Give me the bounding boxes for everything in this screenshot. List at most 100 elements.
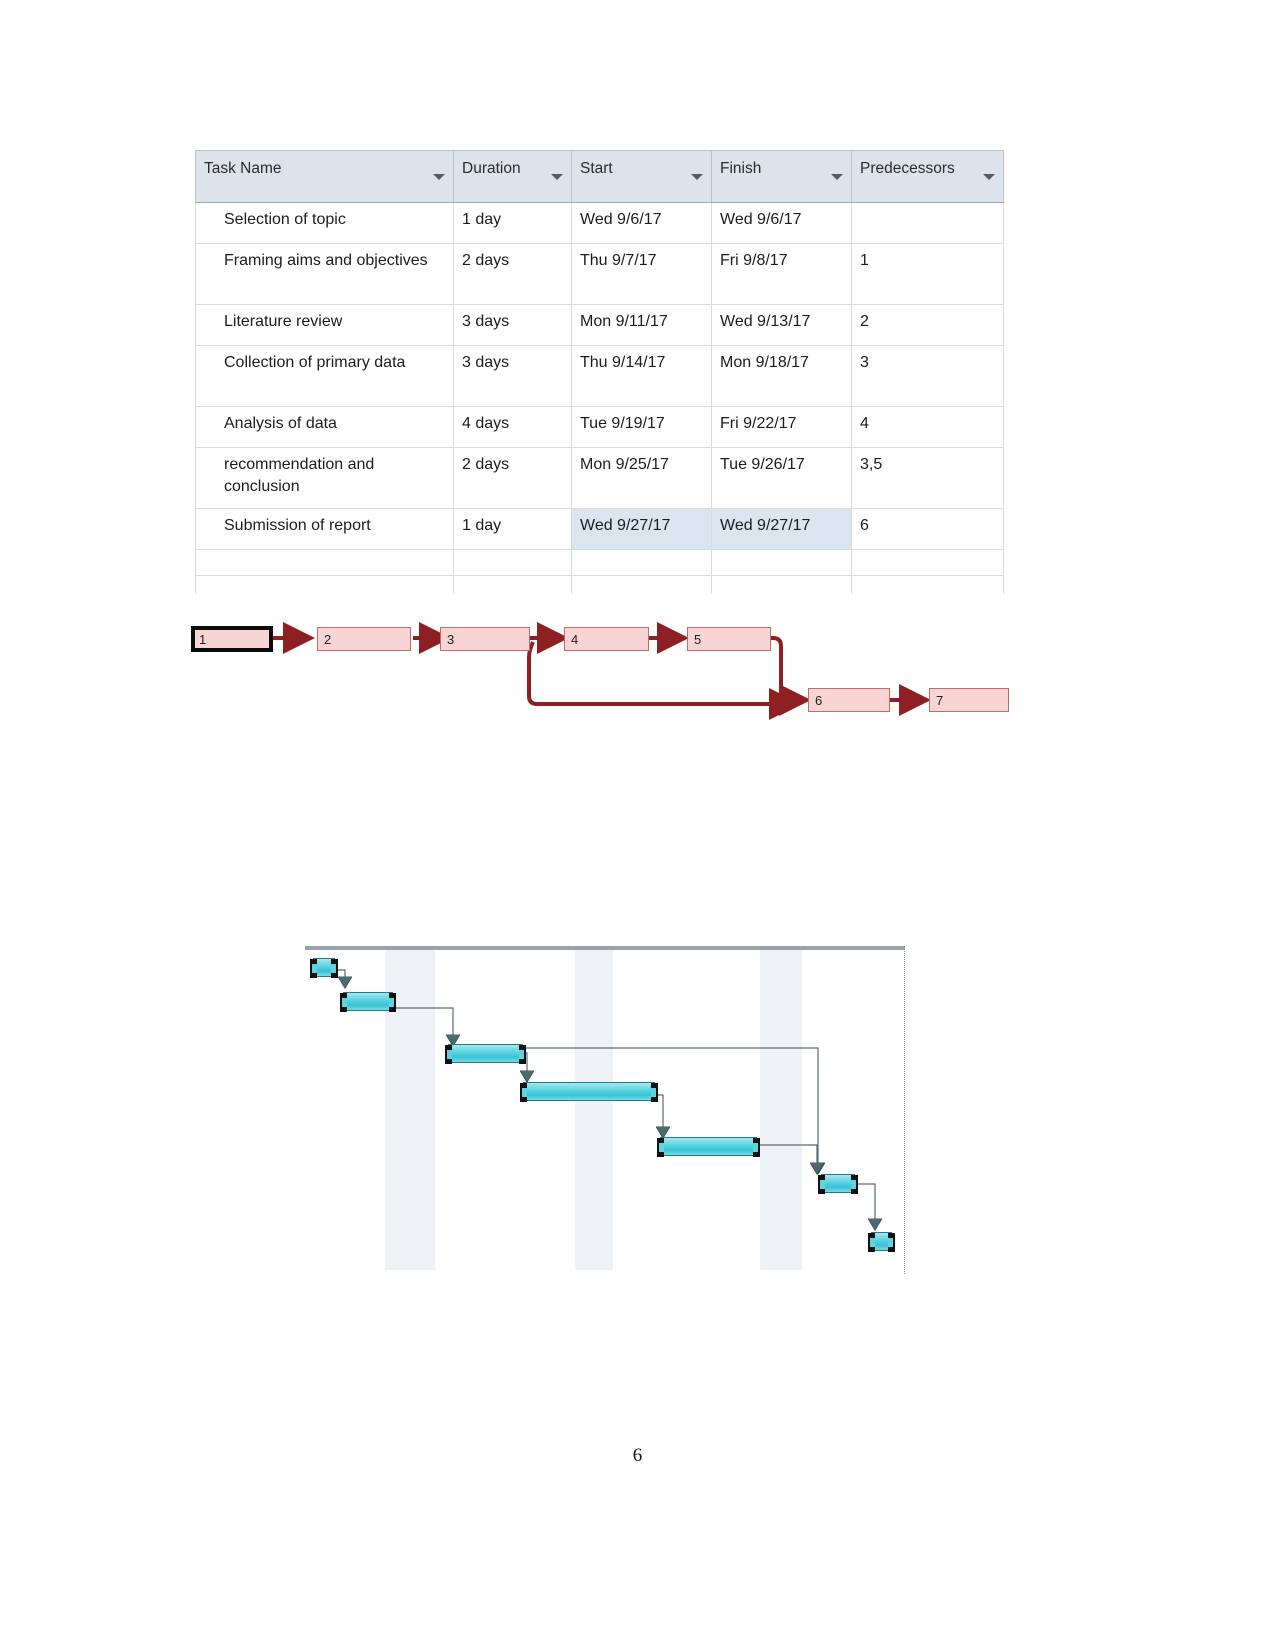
cell-duration[interactable]: 1 day xyxy=(453,508,572,550)
column-header-label: Duration xyxy=(462,160,521,177)
cell-finish[interactable]: Fri 9/22/17 xyxy=(711,406,852,448)
table-row[interactable]: recommendation and conclusion 2 days Mon… xyxy=(195,447,1004,509)
cell-duration[interactable]: 2 days xyxy=(453,243,572,305)
gantt-bar-start-cap xyxy=(445,1045,452,1064)
cell-finish[interactable]: Wed 9/13/17 xyxy=(711,304,852,346)
project-task-table: Task Name Duration Start Finish Predeces… xyxy=(195,150,1004,594)
network-node-4[interactable]: 4 xyxy=(564,627,649,651)
cell-duration[interactable]: 1 day xyxy=(453,202,572,244)
column-header-duration[interactable]: Duration xyxy=(453,150,572,203)
cell-start[interactable]: Thu 9/7/17 xyxy=(571,243,712,305)
network-node-label: 3 xyxy=(447,631,455,647)
page-number: 6 xyxy=(632,1445,643,1466)
network-node-label: 6 xyxy=(815,692,823,708)
gantt-bar-framing-aims-and-objectives[interactable] xyxy=(340,992,396,1012)
cell-finish[interactable]: Fri 9/8/17 xyxy=(711,243,852,305)
cell-task-name[interactable]: recommendation and conclusion xyxy=(195,447,454,509)
network-node-3[interactable]: 3 xyxy=(440,627,530,651)
cell-predecessors[interactable]: 6 xyxy=(851,508,1004,550)
cell-duration[interactable]: 2 days xyxy=(453,447,572,509)
cell-start[interactable]: Wed 9/6/17 xyxy=(571,202,712,244)
cell-duration[interactable]: 3 days xyxy=(453,304,572,346)
cell-start[interactable]: Tue 9/19/17 xyxy=(571,406,712,448)
cell-start[interactable]: Wed 9/27/17 xyxy=(571,508,712,550)
task-table-container: Task Name Duration Start Finish Predeces… xyxy=(195,150,1004,594)
column-header-label: Finish xyxy=(720,160,762,177)
network-node-label: 5 xyxy=(694,631,702,647)
gantt-bar-selection-of-topic[interactable] xyxy=(310,958,338,978)
cell-duration[interactable]: 4 days xyxy=(453,406,572,448)
cell-finish[interactable] xyxy=(711,549,852,576)
gantt-bar-end-cap xyxy=(888,1233,895,1252)
gantt-bar-analysis-of-data[interactable] xyxy=(657,1137,760,1157)
column-header-label: Predecessors xyxy=(860,160,955,177)
cell-predecessors[interactable]: 3 xyxy=(851,345,1004,407)
table-row[interactable]: Literature review 3 days Mon 9/11/17 Wed… xyxy=(195,304,1004,346)
cell-predecessors[interactable] xyxy=(851,549,1004,576)
cell-predecessors[interactable]: 3,5 xyxy=(851,447,1004,509)
column-header-finish[interactable]: Finish xyxy=(711,150,852,203)
cell-finish[interactable]: Tue 9/26/17 xyxy=(711,447,852,509)
cell-predecessors[interactable]: 2 xyxy=(851,304,1004,346)
gantt-bar-end-cap xyxy=(753,1138,760,1157)
gantt-bar-start-cap xyxy=(657,1138,664,1157)
gantt-chart xyxy=(305,940,905,1274)
cell-predecessors[interactable] xyxy=(851,202,1004,244)
network-node-6[interactable]: 6 xyxy=(808,688,890,712)
cell-finish[interactable]: Mon 9/18/17 xyxy=(711,345,852,407)
filter-dropdown-icon[interactable] xyxy=(983,174,995,180)
cell-task-name[interactable] xyxy=(195,549,454,576)
cell-duration[interactable] xyxy=(453,549,572,576)
gantt-bar-start-cap xyxy=(310,959,317,978)
cell-finish[interactable]: Wed 9/6/17 xyxy=(711,202,852,244)
cell-task-name[interactable]: Analysis of data xyxy=(195,406,454,448)
cell-task-name[interactable]: Collection of primary data xyxy=(195,345,454,407)
gantt-bar-literature-review[interactable] xyxy=(445,1044,526,1064)
cell-task-name[interactable]: Selection of topic xyxy=(195,202,454,244)
filter-dropdown-icon[interactable] xyxy=(551,174,563,180)
filter-dropdown-icon[interactable] xyxy=(691,174,703,180)
cell-duration[interactable]: 3 days xyxy=(453,345,572,407)
column-header-predecessors[interactable]: Predecessors xyxy=(851,150,1004,203)
cell-task-name[interactable]: Submission of report xyxy=(195,508,454,550)
cell-start[interactable] xyxy=(571,549,712,576)
cell-start[interactable]: Mon 9/11/17 xyxy=(571,304,712,346)
column-header-task-name[interactable]: Task Name xyxy=(195,150,454,203)
cell-task-name[interactable] xyxy=(195,575,454,594)
cell-start[interactable]: Thu 9/14/17 xyxy=(571,345,712,407)
gantt-bar-recommendation-and-conclusion[interactable] xyxy=(818,1174,858,1194)
link-3-6 xyxy=(527,641,801,720)
filter-dropdown-icon[interactable] xyxy=(433,174,445,180)
cell-predecessors[interactable]: 4 xyxy=(851,406,1004,448)
network-node-5[interactable]: 5 xyxy=(687,627,771,651)
table-row[interactable]: Collection of primary data 3 days Thu 9/… xyxy=(195,345,1004,407)
table-header-row: Task Name Duration Start Finish Predeces… xyxy=(195,150,1004,203)
table-row[interactable]: Analysis of data 4 days Tue 9/19/17 Fri … xyxy=(195,406,1004,448)
gantt-bar-start-cap xyxy=(520,1083,527,1102)
cell-task-name[interactable]: Framing aims and objectives xyxy=(195,243,454,305)
network-node-7[interactable]: 7 xyxy=(929,688,1009,712)
table-row[interactable]: Framing aims and objectives 2 days Thu 9… xyxy=(195,243,1004,305)
cell-start[interactable]: Mon 9/25/17 xyxy=(571,447,712,509)
table-row-selected[interactable]: Submission of report 1 day Wed 9/27/17 W… xyxy=(195,508,1004,550)
gantt-bar-end-cap xyxy=(851,1175,858,1194)
cell-predecessors[interactable] xyxy=(851,575,1004,594)
table-row-empty[interactable] xyxy=(195,549,1004,576)
gantt-bar-collection-of-primary-data[interactable] xyxy=(520,1082,658,1102)
cell-start[interactable] xyxy=(571,575,712,594)
gantt-bar-start-cap xyxy=(868,1233,875,1252)
cell-finish[interactable] xyxy=(711,575,852,594)
cell-duration[interactable] xyxy=(453,575,572,594)
column-header-start[interactable]: Start xyxy=(571,150,712,203)
gantt-bar-end-cap xyxy=(519,1045,526,1064)
cell-task-name[interactable]: Literature review xyxy=(195,304,454,346)
table-row[interactable]: Selection of topic 1 day Wed 9/6/17 Wed … xyxy=(195,202,1004,244)
table-row-empty[interactable] xyxy=(195,575,1004,594)
filter-dropdown-icon[interactable] xyxy=(831,174,843,180)
gantt-bar-submission-of-report[interactable] xyxy=(868,1232,895,1252)
cell-finish[interactable]: Wed 9/27/17 xyxy=(711,508,852,550)
gantt-bar-end-cap xyxy=(651,1083,658,1102)
network-node-1[interactable]: 1 xyxy=(191,626,273,652)
network-node-2[interactable]: 2 xyxy=(317,627,411,651)
cell-predecessors[interactable]: 1 xyxy=(851,243,1004,305)
